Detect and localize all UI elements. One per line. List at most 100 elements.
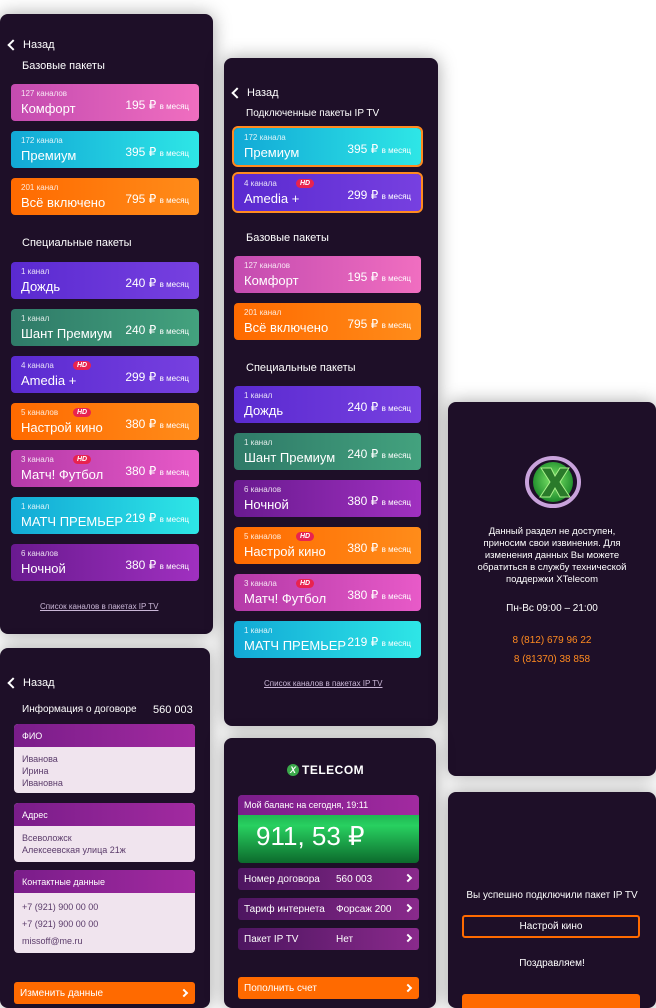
package-price: 380 ₽ в месяц bbox=[347, 588, 411, 602]
package-card[interactable]: 5 каналов HD Настрой кино 380 ₽ в месяц bbox=[234, 527, 421, 564]
price-value: 299 ₽ bbox=[347, 188, 379, 202]
channel-count: 3 канала bbox=[244, 579, 277, 588]
package-price: 395 ₽ в месяц bbox=[125, 145, 189, 159]
back-label: Назад bbox=[23, 39, 55, 51]
channel-count: 172 канала bbox=[244, 133, 286, 142]
fio-line: Иванова bbox=[22, 754, 58, 764]
price-period: в месяц bbox=[159, 468, 189, 477]
price-value: 380 ₽ bbox=[125, 558, 157, 572]
package-card[interactable]: 4 канала HD Amedia + 299 ₽ в месяц bbox=[232, 172, 423, 213]
ok-button[interactable] bbox=[462, 994, 640, 1008]
back-button[interactable]: Назад bbox=[231, 87, 279, 99]
package-card[interactable]: 1 канал МАТЧ ПРЕМЬЕР 219 ₽ в месяц bbox=[234, 621, 421, 658]
price-period: в месяц bbox=[159, 196, 189, 205]
package-card[interactable]: 6 каналов Ночной 380 ₽ в месяц bbox=[234, 480, 421, 517]
package-price: 380 ₽ в месяц bbox=[347, 494, 411, 508]
screen-contract-info: Назад Информация о договоре 560 003 ФИО … bbox=[0, 648, 210, 1008]
package-card[interactable]: 1 канал Дождь 240 ₽ в месяц bbox=[11, 262, 199, 299]
price-period: в месяц bbox=[159, 515, 189, 524]
contacts-box: Контактные данные +7 (921) 900 00 00 +7 … bbox=[14, 870, 195, 953]
package-card[interactable]: 127 каналов Комфорт 195 ₽ в месяц bbox=[11, 84, 199, 121]
chevron-left-icon bbox=[7, 677, 19, 689]
back-button[interactable]: Назад bbox=[7, 39, 55, 51]
package-card[interactable]: 3 канала HD Матч! Футбол 380 ₽ в месяц bbox=[234, 574, 421, 611]
price-value: 380 ₽ bbox=[125, 417, 157, 431]
hd-badge: HD bbox=[296, 179, 315, 188]
unavailable-message: Данный раздел не доступен, приносим свои… bbox=[477, 526, 627, 585]
package-name: Дождь bbox=[244, 403, 284, 418]
package-price: 299 ₽ в месяц bbox=[347, 188, 411, 202]
screen-dashboard: X TELECOM Мой баланс на сегодня, 19:11 9… bbox=[224, 738, 436, 1008]
price-period: в месяц bbox=[159, 280, 189, 289]
price-period: в месяц bbox=[159, 562, 189, 571]
tariff-row[interactable]: Тариф интернета Форсаж 200 bbox=[238, 898, 419, 920]
chevron-left-icon bbox=[7, 39, 19, 51]
price-period: в месяц bbox=[381, 321, 411, 330]
package-card[interactable]: 3 канала HD Матч! Футбол 380 ₽ в месяц bbox=[11, 450, 199, 487]
address-box: Адрес Всеволожск Алексеевская улица 21ж bbox=[14, 803, 195, 862]
price-period: в месяц bbox=[159, 102, 189, 111]
success-message: Вы успешно подключили пакет IP TV bbox=[466, 890, 638, 901]
package-card[interactable]: 6 каналов Ночной 380 ₽ в месяц bbox=[11, 544, 199, 581]
package-card[interactable]: 1 канал Дождь 240 ₽ в месяц bbox=[234, 386, 421, 423]
package-card[interactable]: 1 канал МАТЧ ПРЕМЬЕР 219 ₽ в месяц bbox=[11, 497, 199, 534]
package-card[interactable]: 172 канала Премиум 395 ₽ в месяц bbox=[11, 131, 199, 168]
package-name: Комфорт bbox=[21, 101, 76, 116]
package-card[interactable]: 127 каналов Комфорт 195 ₽ в месяц bbox=[234, 256, 421, 293]
change-data-label: Изменить данные bbox=[20, 988, 104, 999]
package-price: 299 ₽ в месяц bbox=[125, 370, 189, 384]
hd-badge: HD bbox=[296, 579, 315, 588]
channel-count: 6 каналов bbox=[21, 549, 59, 558]
price-value: 299 ₽ bbox=[125, 370, 157, 384]
address-line: Всеволожск bbox=[22, 833, 72, 843]
package-card[interactable]: 5 каналов HD Настрой кино 380 ₽ в месяц bbox=[11, 403, 199, 440]
channel-count: 5 каналов bbox=[244, 532, 282, 541]
support-phone-2[interactable]: 8 (81370) 38 858 bbox=[448, 654, 656, 665]
channels-list-link[interactable]: Список каналов в пакетах IP TV bbox=[40, 602, 159, 611]
channel-count: 1 канал bbox=[244, 626, 273, 635]
price-period: в месяц bbox=[381, 404, 411, 413]
package-name: МАТЧ ПРЕМЬЕР bbox=[21, 514, 124, 529]
price-period: в месяц bbox=[381, 451, 411, 460]
price-value: 195 ₽ bbox=[347, 270, 379, 284]
iptv-row[interactable]: Пакет IP TV Нет bbox=[238, 928, 419, 950]
package-price: 395 ₽ в месяц bbox=[347, 142, 411, 156]
contract-row[interactable]: Номер договора 560 003 bbox=[238, 868, 419, 890]
back-button[interactable]: Назад bbox=[7, 677, 55, 689]
price-value: 380 ₽ bbox=[347, 494, 379, 508]
back-label: Назад bbox=[247, 87, 279, 99]
hd-badge: HD bbox=[296, 532, 315, 541]
package-card[interactable]: 201 канал Всё включено 795 ₽ в месяц bbox=[11, 178, 199, 215]
contact-line: missoff@me.ru bbox=[22, 936, 83, 946]
price-value: 219 ₽ bbox=[347, 635, 379, 649]
package-price: 240 ₽ в месяц bbox=[125, 323, 189, 337]
topup-button[interactable]: Пополнить счет bbox=[238, 977, 419, 999]
channel-count: 1 канал bbox=[21, 314, 50, 323]
hd-badge: HD bbox=[73, 408, 92, 417]
package-card[interactable]: 1 канал Шант Премиум 240 ₽ в месяц bbox=[234, 433, 421, 470]
support-phone-1[interactable]: 8 (812) 679 96 22 bbox=[448, 635, 656, 646]
package-name: Комфорт bbox=[244, 273, 299, 288]
package-name: Amedia + bbox=[244, 191, 300, 206]
package-price: 195 ₽ в месяц bbox=[125, 98, 189, 112]
balance-amount: 911, 53 ₽ bbox=[256, 821, 365, 851]
section-title-special: Специальные пакеты bbox=[246, 362, 356, 374]
package-name-box: Настрой кино bbox=[462, 915, 640, 938]
contact-line: +7 (921) 900 00 00 bbox=[22, 902, 99, 912]
package-card[interactable]: 4 канала HD Amedia + 299 ₽ в месяц bbox=[11, 356, 199, 393]
channels-list-link[interactable]: Список каналов в пакетах IP TV bbox=[264, 679, 383, 688]
package-name: Настрой кино bbox=[244, 544, 326, 559]
change-data-button[interactable]: Изменить данные bbox=[14, 982, 195, 1004]
package-price: 795 ₽ в месяц bbox=[347, 317, 411, 331]
row-label: Пакет IP TV bbox=[244, 933, 299, 945]
chevron-right-icon bbox=[403, 983, 413, 993]
address-title: Адрес bbox=[14, 803, 195, 826]
channel-count: 201 канал bbox=[244, 308, 282, 317]
package-name: Премиум bbox=[21, 148, 77, 163]
package-card[interactable]: 172 канала Премиум 395 ₽ в месяц bbox=[232, 126, 423, 167]
price-value: 795 ₽ bbox=[125, 192, 157, 206]
package-card[interactable]: 201 канал Всё включено 795 ₽ в месяц bbox=[234, 303, 421, 340]
price-value: 195 ₽ bbox=[125, 98, 157, 112]
package-name: Ночной bbox=[21, 561, 66, 576]
package-card[interactable]: 1 канал Шант Премиум 240 ₽ в месяц bbox=[11, 309, 199, 346]
